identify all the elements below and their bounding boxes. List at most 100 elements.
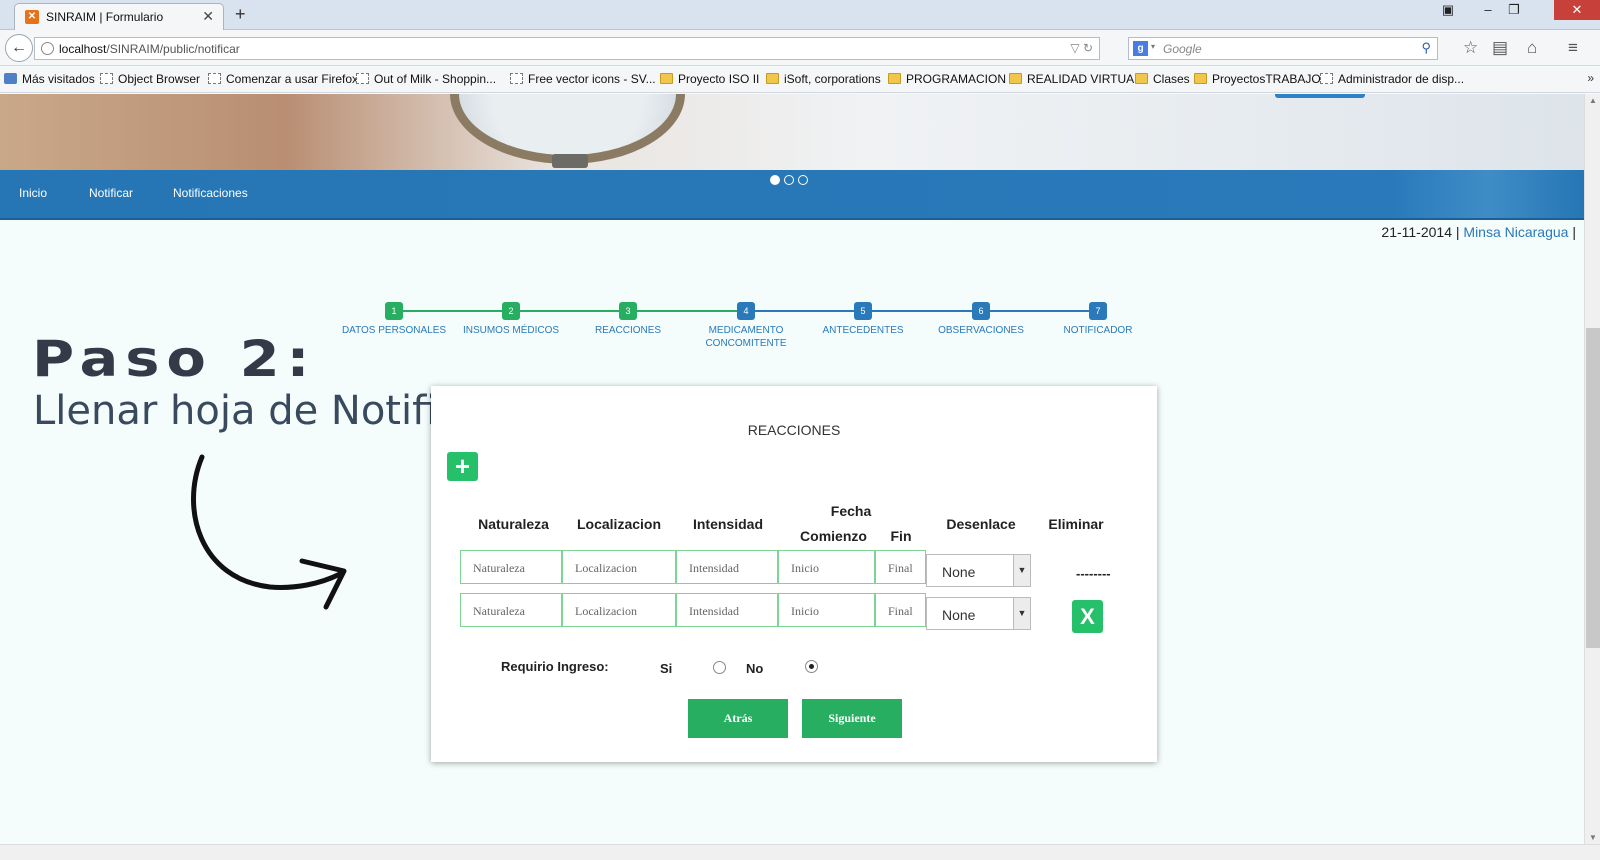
url-bar[interactable]: localhost/SINRAIM/public/notificar ▽ ↻ bbox=[34, 37, 1100, 60]
window-close-icon[interactable]: ✕ bbox=[1554, 0, 1600, 20]
nav-inicio[interactable]: Inicio bbox=[19, 186, 47, 200]
hero-button-edge[interactable] bbox=[1275, 94, 1365, 98]
bookmark-label: REALIDAD VIRTUAL bbox=[1027, 72, 1141, 86]
bookmark-star-icon[interactable]: ☆ bbox=[1463, 38, 1478, 58]
bookmark-item[interactable]: Out of Milk - Shoppin... bbox=[356, 72, 496, 86]
bookmark-item[interactable]: Más visitados bbox=[4, 72, 95, 86]
search-input[interactable]: Google bbox=[1163, 42, 1202, 56]
add-row-button[interactable]: + bbox=[447, 452, 478, 481]
nav-notificar[interactable]: Notificar bbox=[89, 186, 133, 200]
bookmark-item[interactable]: REALIDAD VIRTUAL bbox=[1009, 72, 1141, 86]
minimize-icon[interactable]: – bbox=[1476, 2, 1500, 17]
bookmark-item[interactable]: Comenzar a usar Firefox bbox=[208, 72, 358, 86]
inicio-input[interactable]: Inicio bbox=[778, 593, 875, 627]
bookmark-label: Administrador de disp... bbox=[1338, 72, 1465, 86]
step-1[interactable]: 1 DATOS PERSONALES bbox=[339, 301, 449, 337]
final-input[interactable]: Final bbox=[875, 593, 926, 627]
curved-arrow-icon bbox=[191, 454, 347, 610]
page-icon bbox=[510, 73, 523, 84]
localizacion-input[interactable]: Localizacion bbox=[562, 593, 676, 627]
folder-icon bbox=[660, 73, 673, 84]
step-6[interactable]: 6 OBSERVACIONES bbox=[926, 301, 1036, 337]
new-tab-icon[interactable]: + bbox=[235, 4, 246, 25]
nav-notificaciones[interactable]: Notificaciones bbox=[173, 186, 248, 200]
chevron-down-icon[interactable]: ▼ bbox=[1013, 555, 1030, 586]
radio-no[interactable] bbox=[805, 660, 818, 673]
search-icon[interactable]: ⚲ bbox=[1421, 40, 1431, 56]
localizacion-input[interactable]: Localizacion bbox=[562, 550, 676, 584]
bookmark-item[interactable]: Proyecto ISO II bbox=[660, 72, 759, 86]
date-line: 21-11-2014 | Minsa Nicaragua | bbox=[1381, 224, 1576, 240]
header-desenlace: Desenlace bbox=[946, 516, 1016, 532]
final-input[interactable]: Final bbox=[875, 550, 926, 584]
vertical-scrollbar[interactable]: ▲ ▼ bbox=[1584, 94, 1600, 844]
step-number: 4 bbox=[737, 302, 755, 320]
bookmarks-overflow-icon[interactable]: » bbox=[1587, 71, 1594, 85]
minsa-link[interactable]: Minsa Nicaragua bbox=[1463, 224, 1568, 240]
back-arrow-icon[interactable]: ← bbox=[5, 34, 33, 62]
page-icon bbox=[100, 73, 113, 84]
next-button[interactable]: Siguiente bbox=[802, 699, 902, 738]
radio-si[interactable] bbox=[713, 661, 726, 674]
folder-icon bbox=[1194, 73, 1207, 84]
search-engine-chevron-icon[interactable]: ▾ bbox=[1151, 42, 1155, 51]
page-icon bbox=[4, 73, 17, 84]
step-label: REACCIONES bbox=[594, 325, 662, 336]
scroll-up-icon[interactable]: ▲ bbox=[1585, 96, 1600, 105]
folder-icon bbox=[766, 73, 779, 84]
browser-nav-bar: ← localhost/SINRAIM/public/notificar ▽ ↻… bbox=[0, 30, 1600, 66]
window-list-icon[interactable]: ▣ bbox=[1436, 2, 1460, 18]
chevron-down-icon[interactable]: ▼ bbox=[1013, 598, 1030, 629]
stethoscope-stem bbox=[552, 154, 588, 168]
step-label: MEDICAMENTO CONCOMITENTE bbox=[705, 325, 787, 349]
carousel-dot-3[interactable] bbox=[798, 175, 808, 185]
step-7[interactable]: 7 NOTIFICADOR bbox=[1043, 301, 1153, 337]
bookmark-item[interactable]: iSoft, corporations bbox=[766, 72, 881, 86]
naturaleza-input[interactable]: Naturaleza bbox=[460, 593, 562, 627]
step-label: OBSERVACIONES bbox=[938, 325, 1024, 336]
bookmark-item[interactable]: Clases bbox=[1135, 72, 1190, 86]
carousel-dot-2[interactable] bbox=[784, 175, 794, 185]
back-button[interactable]: Atrás bbox=[688, 699, 788, 738]
bookmark-label: PROGRAMACION bbox=[906, 72, 1007, 86]
reload-icon[interactable]: ▽ ↻ bbox=[1070, 41, 1093, 55]
header-fecha: Fecha bbox=[830, 503, 872, 519]
si-label: Si bbox=[660, 661, 673, 676]
url-text[interactable]: localhost/SINRAIM/public/notificar bbox=[59, 42, 240, 56]
globe-icon bbox=[41, 42, 54, 55]
bookmark-item[interactable]: PROGRAMACION bbox=[888, 72, 1006, 86]
reading-list-icon[interactable]: ▤ bbox=[1492, 38, 1508, 58]
step-4[interactable]: 4 MEDICAMENTO CONCOMITENTE bbox=[691, 301, 801, 350]
bookmark-item[interactable]: ProyectosTRABAJO bbox=[1194, 72, 1321, 86]
desenlace-select[interactable]: None ▼ bbox=[926, 554, 1031, 587]
intensidad-input[interactable]: Intensidad bbox=[676, 593, 778, 627]
search-bar[interactable]: g ▾ Google ⚲ bbox=[1128, 37, 1438, 60]
home-icon[interactable]: ⌂ bbox=[1527, 38, 1537, 58]
no-delete-placeholder: -------- bbox=[1076, 566, 1111, 581]
scroll-down-icon[interactable]: ▼ bbox=[1585, 833, 1600, 842]
scrollbar-thumb[interactable] bbox=[1586, 328, 1600, 648]
naturaleza-input[interactable]: Naturaleza bbox=[460, 550, 562, 584]
step-2[interactable]: 2 INSUMOS MÉDICOS bbox=[456, 301, 566, 337]
google-icon: g bbox=[1133, 41, 1148, 56]
bookmarks-bar: Más visitados Object Browser Comenzar a us… bbox=[0, 67, 1600, 93]
intensidad-input[interactable]: Intensidad bbox=[676, 550, 778, 584]
delete-row-button[interactable]: X bbox=[1072, 600, 1103, 633]
desenlace-select[interactable]: None ▼ bbox=[926, 597, 1031, 630]
tab-close-icon[interactable]: ✕ bbox=[202, 8, 214, 25]
menu-icon[interactable]: ≡ bbox=[1568, 38, 1578, 58]
browser-tab[interactable]: ✕ SINRAIM | Formulario ✕ bbox=[14, 3, 224, 30]
bookmark-label: Clases bbox=[1153, 72, 1190, 86]
bookmark-item[interactable]: Object Browser bbox=[100, 72, 200, 86]
header-localizacion: Localizacion bbox=[576, 516, 662, 532]
inicio-input[interactable]: Inicio bbox=[778, 550, 875, 584]
step-number: 6 bbox=[972, 302, 990, 320]
horizontal-scrollbar[interactable] bbox=[0, 844, 1600, 860]
step-3[interactable]: 3 REACCIONES bbox=[573, 301, 683, 337]
folder-icon bbox=[888, 73, 901, 84]
bookmark-item[interactable]: Administrador de disp... bbox=[1320, 72, 1464, 86]
bookmark-item[interactable]: Free vector icons - SV... bbox=[510, 72, 656, 86]
restore-icon[interactable]: ❐ bbox=[1502, 2, 1526, 18]
carousel-dot-1[interactable] bbox=[770, 175, 780, 185]
step-5[interactable]: 5 ANTECEDENTES bbox=[808, 301, 918, 337]
